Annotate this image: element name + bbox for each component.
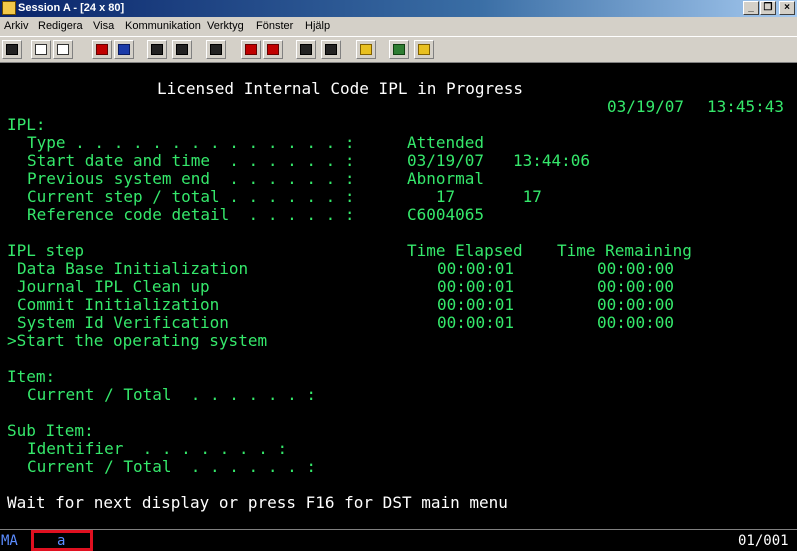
macro-pause-button[interactable] (296, 40, 316, 59)
terminal-screen[interactable]: Licensed Internal Code IPL in Progress 0… (0, 63, 797, 529)
steps-header-step: IPL step (7, 241, 85, 260)
clipboard-button[interactable] (356, 40, 376, 59)
keyboard-icon (176, 44, 188, 55)
macro-stop-icon (245, 44, 257, 55)
globe-button[interactable] (389, 40, 409, 59)
step-elapsed: 00:00:01 (437, 259, 515, 278)
title-bar: Session A - [24 x 80] _ ❐ × (0, 0, 797, 17)
step-remaining: 00:00:00 (597, 295, 675, 314)
step-remaining: 00:00:00 (597, 313, 675, 332)
macro-record-icon (210, 44, 222, 55)
restore-button[interactable]: ❐ (760, 1, 776, 15)
receive-button[interactable] (114, 40, 134, 59)
field-value-reference: C6004065 (407, 205, 485, 224)
item-label: Item: (7, 367, 56, 386)
item-current-total: Current / Total . . . . . . : (27, 385, 316, 404)
menu-verktyg[interactable]: Verktyg (207, 20, 244, 32)
step-remaining: 00:00:00 (597, 259, 675, 278)
display-icon (151, 44, 163, 55)
field-label-step-total: Current step / total . . . . . . : (27, 187, 355, 206)
step-elapsed: 00:00:01 (437, 277, 515, 296)
step-name: Commit Initialization (17, 295, 220, 314)
field-value-type: Attended (407, 133, 485, 152)
instruction-message: Wait for next display or press F16 for D… (7, 493, 508, 512)
close-button[interactable]: × (779, 1, 795, 15)
field-value-previous-end: Abnormal (407, 169, 485, 188)
paste-icon (57, 44, 69, 55)
steps-header-elapsed: Time Elapsed (407, 241, 523, 260)
status-bar: MA a 01/001 (0, 529, 797, 551)
copy-button[interactable] (31, 40, 51, 59)
menu-fonster[interactable]: Fönster (256, 20, 293, 32)
menu-hjalp[interactable]: Hjälp (305, 20, 330, 32)
status-mode: MA (1, 533, 18, 549)
step-name: Journal IPL Clean up (17, 277, 210, 296)
print-screen-icon (6, 44, 18, 55)
field-label-start: Start date and time . . . . . . : (27, 151, 355, 170)
macro-list-icon (325, 44, 337, 55)
display-button[interactable] (147, 40, 167, 59)
cursor-position: 01/001 (738, 533, 789, 549)
menu-arkiv[interactable]: Arkiv (4, 20, 28, 32)
app-icon[interactable] (2, 1, 16, 15)
send-icon (96, 44, 108, 55)
subitem-current-total: Current / Total . . . . . . : (27, 457, 316, 476)
status-indicator: a (57, 533, 66, 549)
step-elapsed: 00:00:01 (437, 295, 515, 314)
receive-icon (118, 44, 130, 55)
step-name: System Id Verification (17, 313, 229, 332)
steps-header-remaining: Time Remaining (557, 241, 692, 260)
step-elapsed: 00:00:01 (437, 313, 515, 332)
help-icon (418, 44, 430, 55)
field-value-start: 03/19/07 13:44:06 (407, 151, 591, 170)
macro-pause-icon (300, 44, 312, 55)
field-label-type: Type . . . . . . . . . . . . . . : (27, 133, 355, 152)
menu-visa[interactable]: Visa (93, 20, 114, 32)
copy-icon (35, 44, 47, 55)
step-name: Data Base Initialization (17, 259, 249, 278)
macro-record-button[interactable] (206, 40, 226, 59)
field-value-step-total: 17 17 (407, 187, 542, 206)
step-remaining: 00:00:00 (597, 277, 675, 296)
screen-header: Licensed Internal Code IPL in Progress (157, 79, 524, 98)
field-label-previous-end: Previous system end . . . . . . : (27, 169, 355, 188)
menu-kommunikation[interactable]: Kommunikation (125, 20, 201, 32)
subitem-label: Sub Item: (7, 421, 94, 440)
macro-play-button[interactable] (263, 40, 283, 59)
field-label-reference: Reference code detail . . . . . : (27, 205, 355, 224)
macro-play-icon (267, 44, 279, 55)
ipl-label: IPL: (7, 115, 46, 134)
window-title: Session A - [24 x 80] (18, 2, 125, 14)
macro-stop-button[interactable] (241, 40, 261, 59)
paste-button[interactable] (53, 40, 73, 59)
print-screen-button[interactable] (2, 40, 22, 59)
menu-redigera[interactable]: Redigera (38, 20, 83, 32)
keyboard-button[interactable] (172, 40, 192, 59)
globe-icon (393, 44, 405, 55)
current-step: >Start the operating system (7, 331, 268, 350)
macro-list-button[interactable] (321, 40, 341, 59)
subitem-identifier: Identifier . . . . . . . : (27, 439, 288, 458)
screen-date: 03/19/07 (607, 97, 685, 116)
help-button[interactable] (414, 40, 434, 59)
menu-bar: Arkiv Redigera Visa Kommunikation Verkty… (0, 17, 797, 36)
clipboard-icon (360, 44, 372, 55)
screen-time: 13:45:43 (707, 97, 785, 116)
send-button[interactable] (92, 40, 112, 59)
minimize-button[interactable]: _ (743, 1, 759, 15)
toolbar (0, 36, 797, 63)
